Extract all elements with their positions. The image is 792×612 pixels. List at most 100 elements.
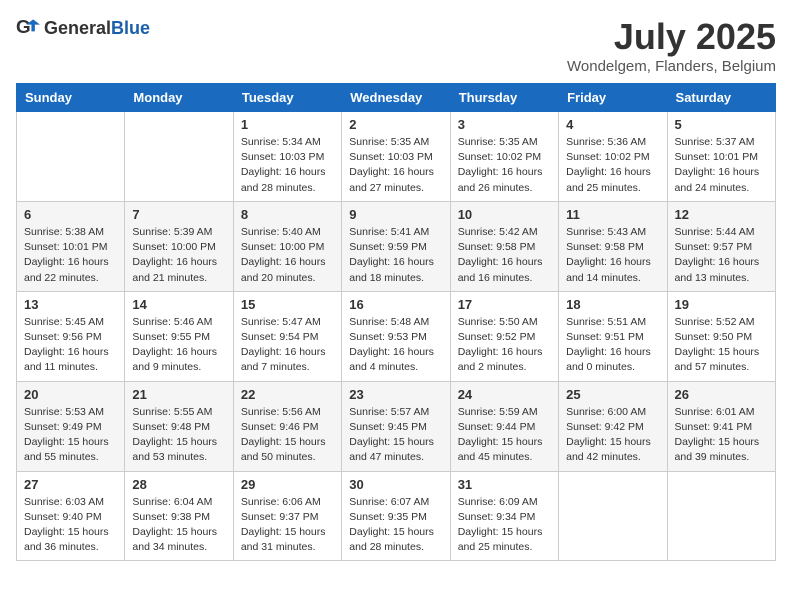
day-number: 15 <box>241 297 334 312</box>
day-number: 31 <box>458 477 551 492</box>
day-number: 22 <box>241 387 334 402</box>
month-title: July 2025 <box>567 16 776 58</box>
day-info: Sunrise: 5:48 AM Sunset: 9:53 PM Dayligh… <box>349 315 442 376</box>
day-number: 12 <box>675 207 768 222</box>
calendar-cell: 17 Sunrise: 5:50 AM Sunset: 9:52 PM Dayli… <box>450 291 558 381</box>
day-info: Sunrise: 5:56 AM Sunset: 9:46 PM Dayligh… <box>241 405 334 466</box>
day-number: 14 <box>132 297 225 312</box>
calendar-cell: 25 Sunrise: 6:00 AM Sunset: 9:42 PM Dayli… <box>559 381 667 471</box>
calendar-cell: 2 Sunrise: 5:35 AM Sunset: 10:03 PM Dayli… <box>342 112 450 202</box>
day-number: 2 <box>349 117 442 132</box>
location-title: Wondelgem, Flanders, Belgium <box>567 58 776 75</box>
weekday-header: Sunday <box>17 84 125 112</box>
day-info: Sunrise: 5:40 AM Sunset: 10:00 PM Daylig… <box>241 225 334 286</box>
day-info: Sunrise: 6:01 AM Sunset: 9:41 PM Dayligh… <box>675 405 768 466</box>
day-number: 23 <box>349 387 442 402</box>
calendar-header: G GeneralBlue July 2025 Wondelgem, Fland… <box>16 16 776 75</box>
day-number: 25 <box>566 387 659 402</box>
calendar-cell: 31 Sunrise: 6:09 AM Sunset: 9:34 PM Dayli… <box>450 471 558 561</box>
day-number: 20 <box>24 387 117 402</box>
day-number: 28 <box>132 477 225 492</box>
calendar-cell: 8 Sunrise: 5:40 AM Sunset: 10:00 PM Dayli… <box>233 201 341 291</box>
calendar-cell: 22 Sunrise: 5:56 AM Sunset: 9:46 PM Dayli… <box>233 381 341 471</box>
day-info: Sunrise: 6:06 AM Sunset: 9:37 PM Dayligh… <box>241 495 334 556</box>
day-info: Sunrise: 5:57 AM Sunset: 9:45 PM Dayligh… <box>349 405 442 466</box>
day-number: 6 <box>24 207 117 222</box>
day-info: Sunrise: 5:36 AM Sunset: 10:02 PM Daylig… <box>566 135 659 196</box>
day-info: Sunrise: 5:38 AM Sunset: 10:01 PM Daylig… <box>24 225 117 286</box>
calendar-cell: 15Sunrise: 5:47 AM Sunset: 9:54 PM Dayli… <box>233 291 341 381</box>
calendar-cell: 12 Sunrise: 5:44 AM Sunset: 9:57 PM Dayli… <box>667 201 775 291</box>
day-number: 8 <box>241 207 334 222</box>
day-number: 27 <box>24 477 117 492</box>
day-number: 11 <box>566 207 659 222</box>
calendar-cell: 26 Sunrise: 6:01 AM Sunset: 9:41 PM Dayli… <box>667 381 775 471</box>
logo-general-text: General <box>44 18 111 38</box>
day-number: 26 <box>675 387 768 402</box>
day-info: Sunrise: 5:35 AM Sunset: 10:03 PM Daylig… <box>349 135 442 196</box>
day-info: Sunrise: 6:03 AM Sunset: 9:40 PM Dayligh… <box>24 495 117 556</box>
day-number: 17 <box>458 297 551 312</box>
day-info: Sunrise: 5:46 AM Sunset: 9:55 PM Dayligh… <box>132 315 225 376</box>
day-info: Sunrise: 5:35 AM Sunset: 10:02 PM Daylig… <box>458 135 551 196</box>
calendar-cell: 28 Sunrise: 6:04 AM Sunset: 9:38 PM Dayli… <box>125 471 233 561</box>
calendar-cell: 1 Sunrise: 5:34 AM Sunset: 10:03 PM Dayli… <box>233 112 341 202</box>
day-info: Sunrise: 5:37 AM Sunset: 10:01 PM Daylig… <box>675 135 768 196</box>
calendar-cell: 20Sunrise: 5:53 AM Sunset: 9:49 PM Dayli… <box>17 381 125 471</box>
day-number: 19 <box>675 297 768 312</box>
calendar-cell: 24 Sunrise: 5:59 AM Sunset: 9:44 PM Dayli… <box>450 381 558 471</box>
day-info: Sunrise: 5:34 AM Sunset: 10:03 PM Daylig… <box>241 135 334 196</box>
calendar-header-row: SundayMondayTuesdayWednesdayThursdayFrid… <box>17 84 776 112</box>
weekday-header: Thursday <box>450 84 558 112</box>
day-info: Sunrise: 5:51 AM Sunset: 9:51 PM Dayligh… <box>566 315 659 376</box>
calendar-cell: 3 Sunrise: 5:35 AM Sunset: 10:02 PM Dayli… <box>450 112 558 202</box>
day-number: 29 <box>241 477 334 492</box>
calendar-cell: 21Sunrise: 5:55 AM Sunset: 9:48 PM Dayli… <box>125 381 233 471</box>
calendar-cell: 30 Sunrise: 6:07 AM Sunset: 9:35 PM Dayli… <box>342 471 450 561</box>
weekday-header: Monday <box>125 84 233 112</box>
calendar-cell: 4 Sunrise: 5:36 AM Sunset: 10:02 PM Dayli… <box>559 112 667 202</box>
day-info: Sunrise: 6:07 AM Sunset: 9:35 PM Dayligh… <box>349 495 442 556</box>
day-number: 10 <box>458 207 551 222</box>
calendar-cell <box>125 112 233 202</box>
day-number: 13 <box>24 297 117 312</box>
day-number: 30 <box>349 477 442 492</box>
calendar-cell <box>667 471 775 561</box>
logo-blue-text: Blue <box>111 18 150 38</box>
svg-text:G: G <box>16 16 31 37</box>
calendar-cell: 27 Sunrise: 6:03 AM Sunset: 9:40 PM Dayli… <box>17 471 125 561</box>
day-info: Sunrise: 6:09 AM Sunset: 9:34 PM Dayligh… <box>458 495 551 556</box>
day-info: Sunrise: 6:04 AM Sunset: 9:38 PM Dayligh… <box>132 495 225 556</box>
weekday-header: Saturday <box>667 84 775 112</box>
day-info: Sunrise: 5:45 AM Sunset: 9:56 PM Dayligh… <box>24 315 117 376</box>
calendar-cell: 29 Sunrise: 6:06 AM Sunset: 9:37 PM Dayli… <box>233 471 341 561</box>
day-info: Sunrise: 5:44 AM Sunset: 9:57 PM Dayligh… <box>675 225 768 286</box>
calendar-cell <box>17 112 125 202</box>
weekday-header: Wednesday <box>342 84 450 112</box>
day-number: 16 <box>349 297 442 312</box>
title-area: July 2025 Wondelgem, Flanders, Belgium <box>567 16 776 75</box>
calendar-cell: 7Sunrise: 5:39 AM Sunset: 10:00 PM Dayli… <box>125 201 233 291</box>
calendar-cell: 9 Sunrise: 5:41 AM Sunset: 9:59 PM Daylig… <box>342 201 450 291</box>
day-info: Sunrise: 5:41 AM Sunset: 9:59 PM Dayligh… <box>349 225 442 286</box>
day-number: 9 <box>349 207 442 222</box>
day-number: 3 <box>458 117 551 132</box>
day-info: Sunrise: 5:59 AM Sunset: 9:44 PM Dayligh… <box>458 405 551 466</box>
calendar-cell: 14 Sunrise: 5:46 AM Sunset: 9:55 PM Dayli… <box>125 291 233 381</box>
logo-icon: G <box>16 16 40 40</box>
calendar-cell: 11 Sunrise: 5:43 AM Sunset: 9:58 PM Dayli… <box>559 201 667 291</box>
calendar-cell: 13 Sunrise: 5:45 AM Sunset: 9:56 PM Dayli… <box>17 291 125 381</box>
calendar-cell: 18Sunrise: 5:51 AM Sunset: 9:51 PM Dayli… <box>559 291 667 381</box>
calendar-cell <box>559 471 667 561</box>
logo: G GeneralBlue <box>16 16 150 40</box>
day-info: Sunrise: 5:50 AM Sunset: 9:52 PM Dayligh… <box>458 315 551 376</box>
day-number: 1 <box>241 117 334 132</box>
calendar-cell: 19Sunrise: 5:52 AM Sunset: 9:50 PM Dayli… <box>667 291 775 381</box>
day-info: Sunrise: 6:00 AM Sunset: 9:42 PM Dayligh… <box>566 405 659 466</box>
day-info: Sunrise: 5:39 AM Sunset: 10:00 PM Daylig… <box>132 225 225 286</box>
day-number: 24 <box>458 387 551 402</box>
day-number: 4 <box>566 117 659 132</box>
calendar-cell: 23 Sunrise: 5:57 AM Sunset: 9:45 PM Dayli… <box>342 381 450 471</box>
day-info: Sunrise: 5:43 AM Sunset: 9:58 PM Dayligh… <box>566 225 659 286</box>
weekday-header: Friday <box>559 84 667 112</box>
